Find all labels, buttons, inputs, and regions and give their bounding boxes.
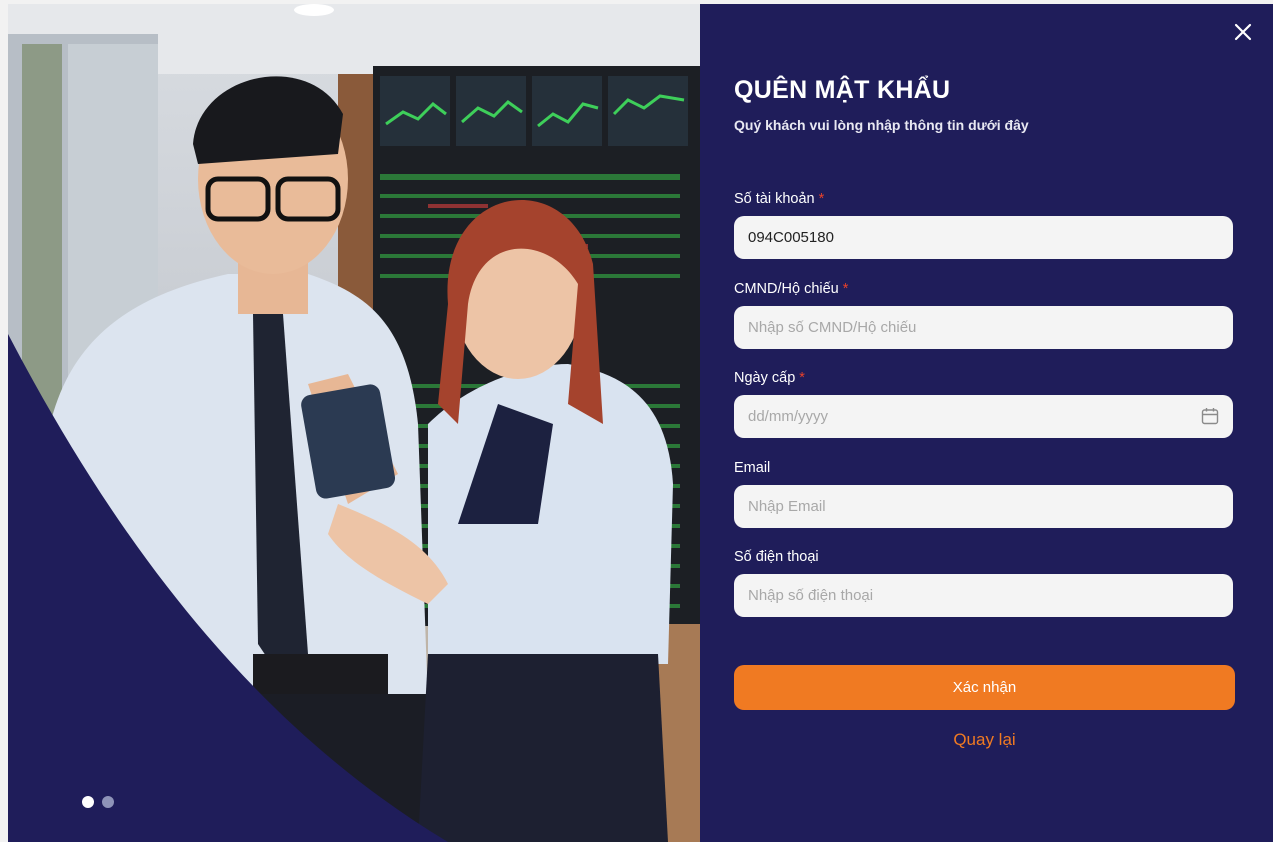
phone-field: Số điện thoại — [734, 547, 1233, 617]
phone-label: Số điện thoại — [734, 549, 819, 565]
email-field: Email — [734, 458, 1233, 528]
issue-date-label: Ngày cấp * — [734, 370, 805, 386]
email-label: Email — [734, 460, 771, 476]
id-card-field: CMND/Hộ chiếu * — [734, 279, 1233, 349]
account-label: Số tài khoản * — [734, 191, 825, 207]
required-marker: * — [799, 370, 805, 386]
id-card-input[interactable] — [734, 306, 1233, 349]
back-link[interactable]: Quay lại — [734, 730, 1235, 750]
email-input[interactable] — [734, 485, 1233, 528]
forgot-password-modal: QUÊN MẬT KHẨU Quý khách vui lòng nhập th… — [8, 4, 1273, 842]
carousel-dot-1[interactable] — [82, 796, 94, 808]
id-card-label: CMND/Hộ chiếu * — [734, 281, 849, 297]
issue-date-field: Ngày cấp * — [734, 368, 1233, 438]
account-field: Số tài khoản * — [734, 189, 1233, 259]
page-title: QUÊN MẬT KHẨU — [734, 76, 951, 104]
account-input[interactable] — [734, 216, 1233, 259]
phone-input[interactable] — [734, 574, 1233, 617]
form-panel: QUÊN MẬT KHẨU Quý khách vui lòng nhập th… — [700, 4, 1273, 842]
close-icon[interactable] — [1231, 20, 1255, 44]
carousel-dot-2[interactable] — [102, 796, 114, 808]
carousel-dots — [82, 796, 114, 808]
office-photo — [8, 4, 700, 842]
calendar-icon[interactable] — [1201, 407, 1219, 425]
hero-photo-panel — [8, 4, 700, 842]
page-subtitle: Quý khách vui lòng nhập thông tin dưới đ… — [734, 117, 1029, 133]
required-marker: * — [842, 281, 849, 297]
required-marker: * — [818, 191, 825, 207]
submit-button[interactable]: Xác nhận — [734, 665, 1235, 710]
issue-date-input[interactable] — [734, 395, 1233, 438]
